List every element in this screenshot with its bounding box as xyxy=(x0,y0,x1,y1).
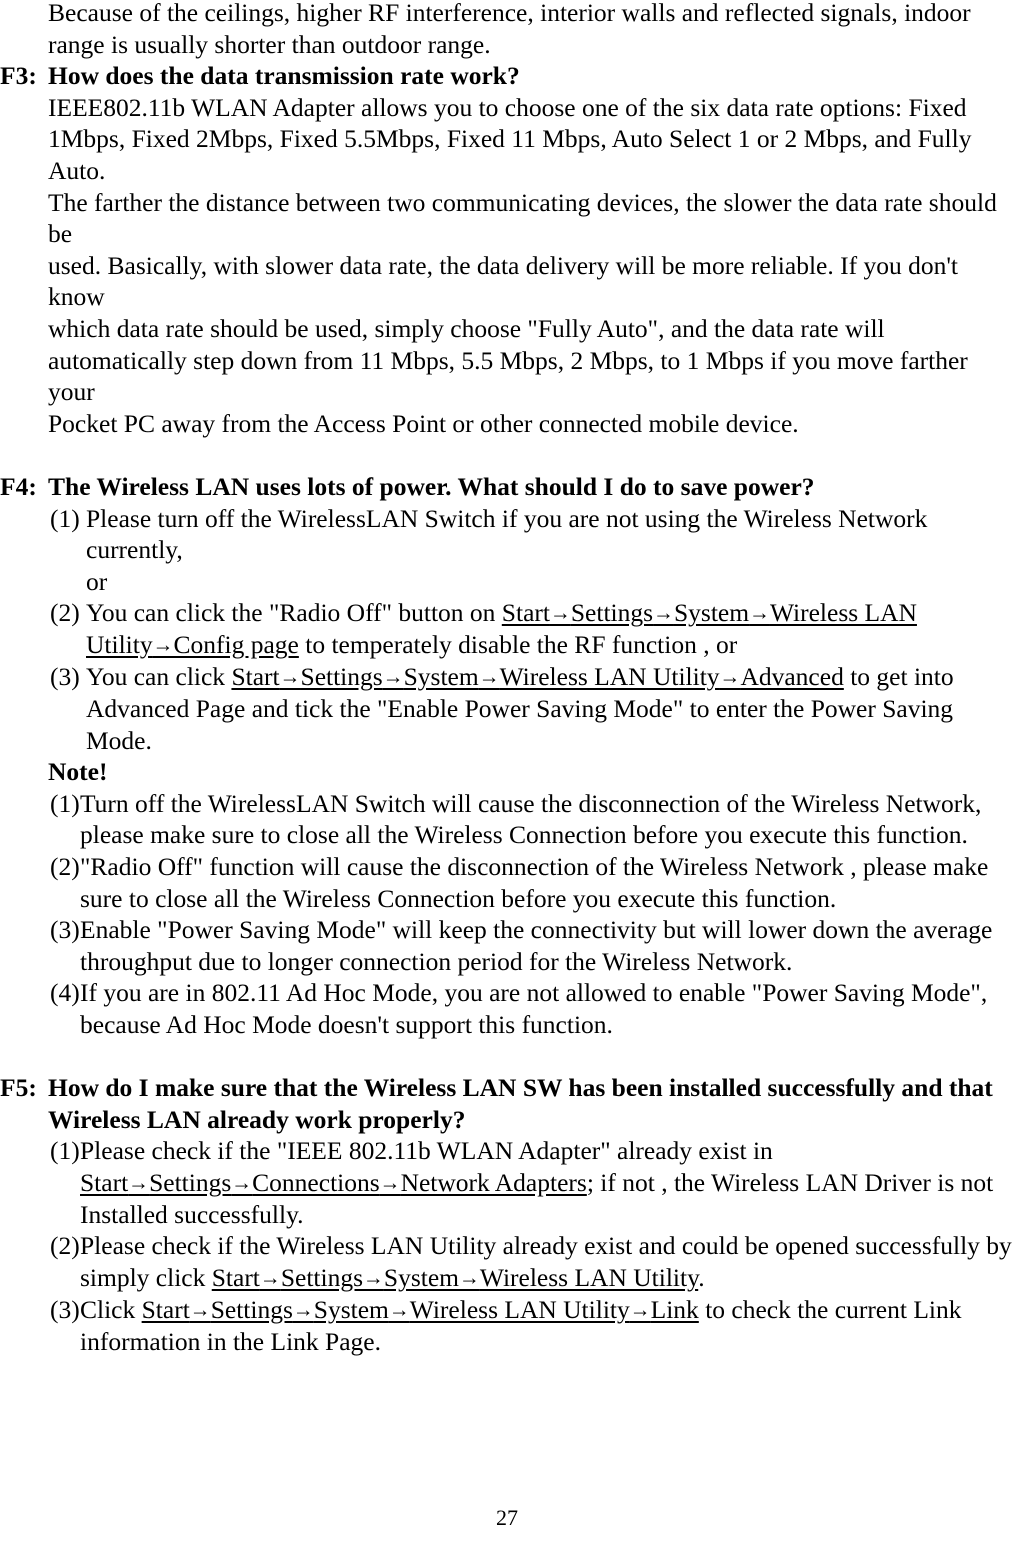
list-item: (1) Please turn off the WirelessLAN Swit… xyxy=(0,503,1014,566)
f3-answer-line-1: IEEE802.11b WLAN Adapter allows you to c… xyxy=(48,92,967,122)
note-heading: Note! xyxy=(48,757,108,787)
list-marker: (3) xyxy=(50,1294,80,1324)
f3-answer-line-4: used. Basically, with slower data rate, … xyxy=(48,250,959,312)
list-marker: (2) xyxy=(50,598,80,628)
note-item: (4) If you are in 802.11 Ad Hoc Mode, yo… xyxy=(0,977,1014,1040)
list-item-prefix: You can click xyxy=(86,662,232,692)
faq-question-f5: F5: How do I make sure that the Wireless… xyxy=(0,1072,1014,1104)
arrow-icon: → xyxy=(363,1265,384,1290)
list-item: (2) Please check if the Wireless LAN Uti… xyxy=(0,1230,1014,1294)
arrow-icon: → xyxy=(629,1297,651,1322)
faq-marker-blank xyxy=(0,1104,48,1136)
navigation-path-link[interactable]: Start→Settings→System→Wireless LAN Utili… xyxy=(142,1295,699,1324)
navigation-path-link[interactable]: Start→Settings→System→Wireless LAN Utili… xyxy=(212,1263,698,1292)
list-marker-blank xyxy=(0,566,86,598)
list-item-text: Please turn off the WirelessLAN Switch i… xyxy=(86,503,1014,566)
faq-question-f4: F4: The Wireless LAN uses lots of power.… xyxy=(0,471,1014,503)
note-marker: (3) xyxy=(50,915,80,945)
arrow-icon: → xyxy=(128,1170,150,1195)
intro-line-2: range is usually shorter than outdoor ra… xyxy=(48,29,491,59)
list-item-suffix: . xyxy=(698,1263,705,1293)
arrow-icon: → xyxy=(719,664,741,689)
f3-answer-line-3: The farther the distance between two com… xyxy=(48,187,997,249)
page-content: Because of the ceilings, higher RF inter… xyxy=(0,0,1014,1358)
note-marker: (2) xyxy=(50,852,80,882)
arrow-icon: → xyxy=(749,600,770,625)
arrow-icon: → xyxy=(231,1170,253,1195)
list-item-suffix: to temperately disable the RF function ,… xyxy=(298,630,738,660)
page-number: 27 xyxy=(496,1505,518,1530)
list-item-text: Please check if the "IEEE 802.11b WLAN A… xyxy=(80,1135,1014,1230)
faq-question-f5-continuation: Wireless LAN already work properly? xyxy=(0,1104,1014,1136)
faq-question-f3: F3: How does the data transmission rate … xyxy=(0,60,1014,92)
note-item: (2) "Radio Off" function will cause the … xyxy=(0,851,1014,914)
list-marker: (1) xyxy=(50,503,80,533)
arrow-icon: → xyxy=(189,1297,211,1322)
list-marker: (1) xyxy=(50,1136,80,1166)
list-item-text: You can click the "Radio Off" button on … xyxy=(86,597,1014,661)
note-item: (1) Turn off the WirelessLAN Switch will… xyxy=(0,788,1014,851)
list-item: (2) You can click the "Radio Off" button… xyxy=(0,597,1014,661)
faq-marker-f3: F3: xyxy=(0,61,37,91)
f3-answer-line-7: Pocket PC away from the Access Point or … xyxy=(48,408,799,438)
list-marker: (2) xyxy=(50,1231,80,1261)
note-item-text: Enable "Power Saving Mode" will keep the… xyxy=(80,915,993,976)
faq-question-text-f4: The Wireless LAN uses lots of power. Wha… xyxy=(48,471,815,501)
arrow-icon: → xyxy=(549,600,571,625)
list-marker: (3) xyxy=(50,662,80,692)
note-marker: (4) xyxy=(50,978,80,1008)
faq-question-text-f3: How does the data transmission rate work… xyxy=(48,61,520,91)
section-spacer-2 xyxy=(0,1041,1014,1073)
list-item: (3) Click Start→Settings→System→Wireless… xyxy=(0,1294,1014,1358)
faq-marker-f5: F5: xyxy=(0,1073,37,1103)
faq-question-text-f5-line-2: Wireless LAN already work properly? xyxy=(48,1104,466,1134)
arrow-icon: → xyxy=(653,600,674,625)
note-item: (3) Enable "Power Saving Mode" will keep… xyxy=(0,914,1014,977)
navigation-path-link[interactable]: Start→Settings→Connections→Network Adapt… xyxy=(80,1168,587,1197)
note-item-text: Turn off the WirelessLAN Switch will cau… xyxy=(80,788,982,850)
list-item-text-a: Please turn off the WirelessLAN Switch i… xyxy=(86,503,928,565)
note-item-text: If you are in 802.11 Ad Hoc Mode, you ar… xyxy=(80,978,988,1039)
note-item-text: "Radio Off" function will cause the disc… xyxy=(80,852,989,913)
faq-marker-f4: F4: xyxy=(0,471,37,501)
list-item-prefix: Click xyxy=(80,1294,142,1324)
intro-line-1: Because of the ceilings, higher RF inter… xyxy=(48,0,971,27)
list-item-prefix: You can click the "Radio Off" button on xyxy=(86,598,502,628)
arrow-icon: → xyxy=(279,664,301,689)
faq-question-text-f5-line-1: How do I make sure that the Wireless LAN… xyxy=(48,1073,993,1103)
list-item-continuation: or xyxy=(0,566,1014,598)
arrow-icon: → xyxy=(152,632,174,657)
list-item-prefix: Please check if the "IEEE 802.11b WLAN A… xyxy=(80,1136,773,1166)
list-item-text: You can click Start→Settings→System→Wire… xyxy=(86,661,1014,756)
arrow-icon: → xyxy=(259,1265,281,1290)
f3-answer-line-2: 1Mbps, Fixed 2Mbps, Fixed 5.5Mbps, Fixed… xyxy=(48,124,972,185)
document-page: Because of the ceilings, higher RF inter… xyxy=(0,0,1014,1560)
list-item-text-b: or xyxy=(86,566,108,596)
f3-answer-line-5: which data rate should be used, simply c… xyxy=(48,313,885,343)
arrow-icon: → xyxy=(292,1297,314,1322)
navigation-path-link[interactable]: Start→Settings→System→Wireless LAN Utili… xyxy=(231,662,843,691)
list-item-text: Please check if the Wireless LAN Utility… xyxy=(80,1230,1014,1294)
arrow-icon: → xyxy=(379,1170,401,1195)
arrow-icon: → xyxy=(388,1297,410,1322)
f3-answer-line-6: automatically step down from 11 Mbps, 5.… xyxy=(48,345,968,407)
arrow-icon: → xyxy=(478,664,500,689)
list-item: (1) Please check if the "IEEE 802.11b WL… xyxy=(0,1135,1014,1230)
arrow-icon: → xyxy=(382,664,404,689)
note-marker: (1) xyxy=(50,788,80,818)
section-spacer-1 xyxy=(0,439,1014,471)
arrow-icon: → xyxy=(459,1265,480,1290)
list-item-text: Click Start→Settings→System→Wireless LAN… xyxy=(80,1294,1014,1358)
list-item: (3) You can click Start→Settings→System→… xyxy=(0,661,1014,756)
